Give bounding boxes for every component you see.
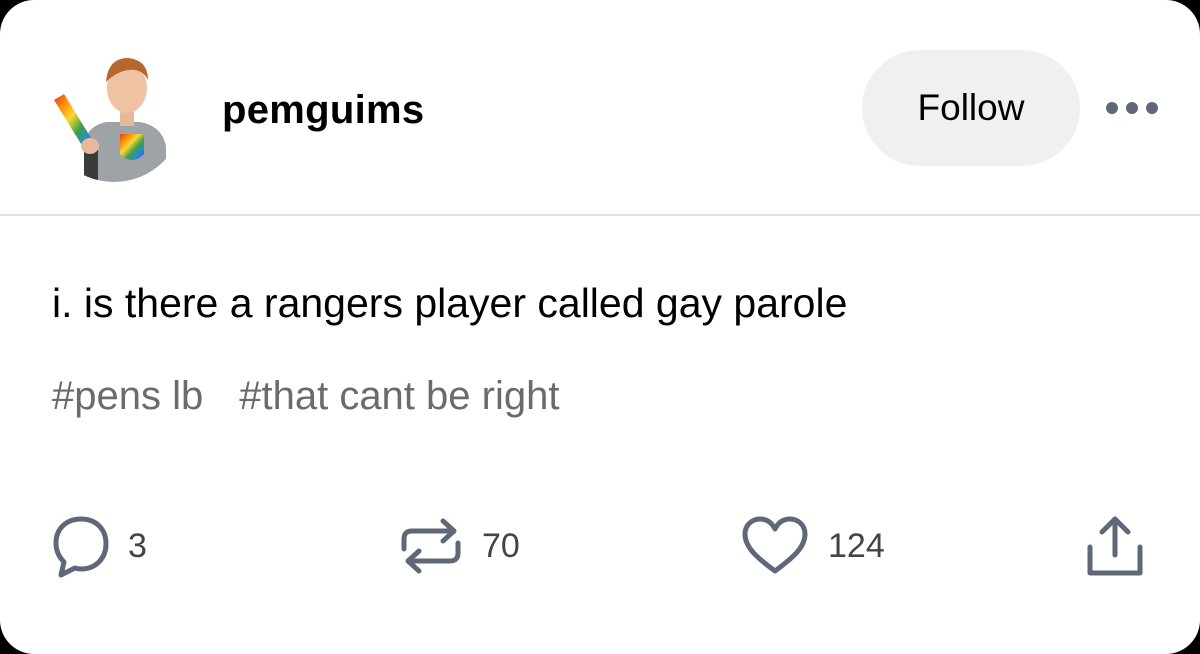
share-icon — [1087, 516, 1143, 576]
like-button[interactable]: 124 — [740, 506, 885, 586]
post-card: pemguims Follow i. is there a rangers pl… — [0, 0, 1200, 654]
tag-pens-lb[interactable]: #pens lb — [52, 374, 203, 424]
more-options-button[interactable] — [1096, 88, 1168, 128]
username[interactable]: pemguims — [222, 88, 424, 133]
heart-icon — [742, 516, 808, 574]
repost-arrows-icon — [401, 518, 461, 574]
post-tags: #pens lb #that cant be right — [52, 374, 559, 424]
post-body-text: i. is there a rangers player called gay … — [52, 280, 848, 326]
avatar-image — [44, 42, 184, 182]
tag-that-cant-be-right[interactable]: #that cant be right — [239, 374, 559, 424]
more-dots-icon — [1106, 102, 1158, 114]
reblog-count: 70 — [482, 526, 520, 565]
post-actions: 3 70 124 — [0, 506, 1200, 586]
avatar[interactable] — [44, 42, 184, 182]
reblog-button[interactable]: 70 — [398, 506, 520, 586]
share-button[interactable] — [1080, 506, 1150, 586]
follow-button[interactable]: Follow — [862, 50, 1080, 166]
header-divider — [0, 214, 1200, 216]
reply-button[interactable]: 3 — [52, 506, 147, 586]
like-count: 124 — [828, 526, 885, 565]
speech-bubble-icon — [53, 516, 109, 578]
reply-count: 3 — [128, 526, 147, 565]
post-header: pemguims Follow — [0, 0, 1200, 214]
